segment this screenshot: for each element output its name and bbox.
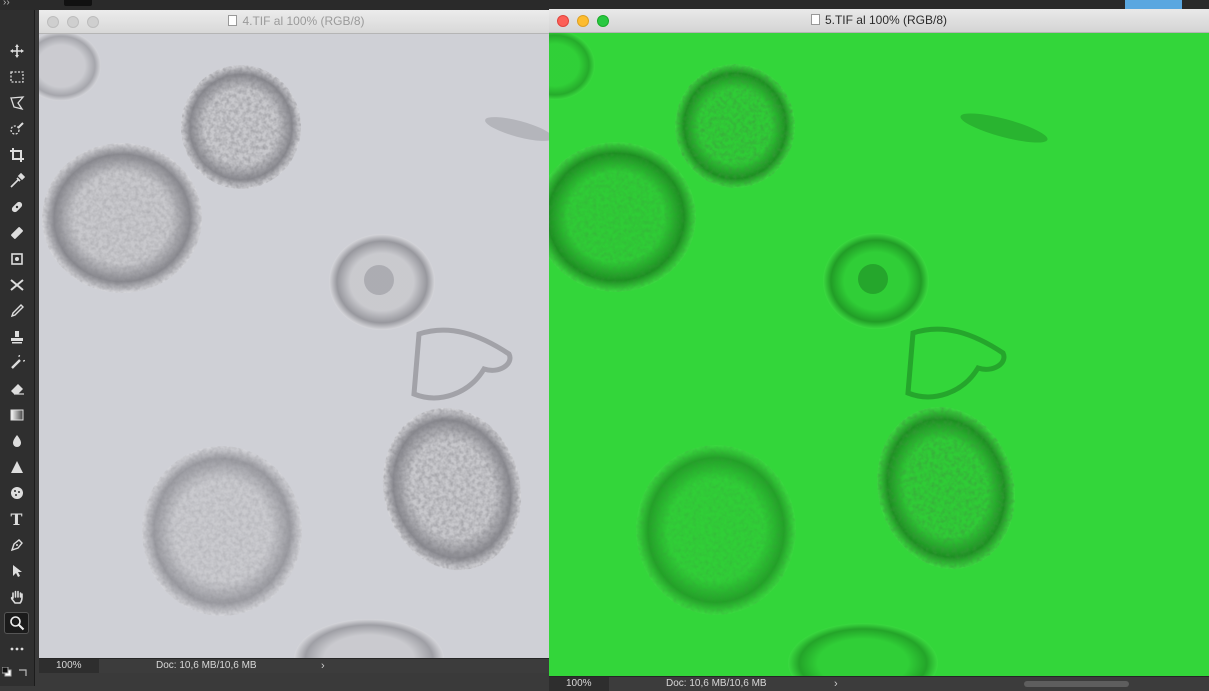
- zoom-level[interactable]: 100%: [39, 659, 99, 673]
- options-bar-button[interactable]: [64, 0, 92, 6]
- more-tools[interactable]: [4, 638, 29, 660]
- gradient-tool[interactable]: [4, 404, 29, 426]
- eraser-tool[interactable]: [4, 378, 29, 400]
- image-canvas[interactable]: [549, 33, 1209, 676]
- content-aware-move-tool[interactable]: [4, 274, 29, 296]
- window-title: 5.TIF al 100% (RGB/8): [824, 13, 948, 27]
- crop-tool[interactable]: [4, 144, 29, 166]
- blur-tool[interactable]: [4, 430, 29, 452]
- window-title: 4.TIF al 100% (RGB/8): [242, 14, 365, 28]
- stamp-icon: [10, 331, 23, 344]
- minimize-button[interactable]: [67, 16, 79, 28]
- move-tool[interactable]: [4, 40, 29, 62]
- type-icon: T: [10, 509, 23, 529]
- sharpen-icon: [10, 461, 23, 473]
- move-icon: [9, 44, 24, 58]
- swap-colors-icon[interactable]: [18, 664, 28, 676]
- path-select-icon: [12, 565, 22, 577]
- path-select-tool[interactable]: [4, 560, 29, 582]
- color-swatches-icon[interactable]: [1, 664, 12, 677]
- history-brush-tool[interactable]: [4, 352, 29, 374]
- brush-icon: [10, 227, 23, 239]
- sponge-tool[interactable]: [4, 482, 29, 504]
- eraser-icon: [10, 384, 24, 395]
- document-icon: [810, 14, 820, 25]
- zoom-button[interactable]: [597, 15, 609, 27]
- sharpen-tool[interactable]: [4, 456, 29, 478]
- horizontal-scrollbar[interactable]: [1024, 681, 1129, 687]
- zoom-icon: [9, 616, 24, 631]
- document-size[interactable]: Doc: 10,6 MB/10,6 MB: [666, 677, 767, 691]
- status-menu-arrow-icon[interactable]: ›: [321, 659, 325, 673]
- zoom-level[interactable]: 100%: [549, 677, 609, 691]
- document-icon: [228, 15, 238, 26]
- pencil-tool[interactable]: [4, 300, 29, 322]
- patch-tool[interactable]: [4, 248, 29, 270]
- marquee-icon: [9, 71, 24, 83]
- close-button[interactable]: [557, 15, 569, 27]
- document-window-4tif[interactable]: 4.TIF al 100% (RGB/8) 100% Doc: 10,6 MB/…: [39, 10, 554, 673]
- zoom-button[interactable]: [87, 16, 99, 28]
- status-bar: 100% Doc: 10,6 MB/10,6 MB ›: [39, 658, 554, 673]
- document-window-5tif[interactable]: 5.TIF al 100% (RGB/8) 100% Doc: 10,6 MB/…: [549, 9, 1209, 691]
- status-menu-arrow-icon[interactable]: ›: [834, 677, 838, 691]
- lasso-icon: [9, 96, 24, 111]
- window-titlebar[interactable]: 5.TIF al 100% (RGB/8): [549, 9, 1209, 33]
- crop-icon: [9, 148, 24, 162]
- eyedropper-icon: [9, 173, 25, 188]
- blur-icon: [12, 435, 21, 447]
- brush-tool[interactable]: [4, 222, 29, 244]
- history-brush-icon: [10, 355, 25, 369]
- minimize-button[interactable]: [577, 15, 589, 27]
- document-size[interactable]: Doc: 10,6 MB/10,6 MB: [156, 659, 257, 673]
- pen-icon: [10, 539, 23, 552]
- lasso-tool[interactable]: [4, 92, 29, 114]
- zoom-tool[interactable]: [4, 612, 29, 634]
- marquee-tool[interactable]: [4, 66, 29, 88]
- hand-icon: [10, 590, 23, 604]
- image-canvas[interactable]: [39, 34, 554, 659]
- microscopy-image-green: [549, 33, 1209, 676]
- quick-select-tool[interactable]: [4, 118, 29, 140]
- expand-panel-icon[interactable]: ››: [3, 0, 10, 8]
- pen-tool[interactable]: [4, 534, 29, 556]
- sponge-icon: [10, 487, 23, 499]
- eyedropper-tool[interactable]: [4, 170, 29, 192]
- status-bar: 100% Doc: 10,6 MB/10,6 MB ›: [549, 676, 1209, 691]
- hand-tool[interactable]: [4, 586, 29, 608]
- content-aware-move-icon: [9, 279, 24, 291]
- gradient-icon: [10, 409, 23, 421]
- healing-icon: [11, 201, 22, 213]
- type-tool[interactable]: T: [4, 508, 29, 530]
- window-titlebar[interactable]: 4.TIF al 100% (RGB/8): [39, 10, 554, 34]
- quick-select-icon: [9, 122, 24, 135]
- stamp-tool[interactable]: [4, 326, 29, 348]
- patch-icon: [10, 253, 23, 265]
- pencil-icon: [10, 304, 24, 318]
- more-icon: [10, 647, 23, 651]
- tools-panel: T: [0, 10, 35, 686]
- healing-tool[interactable]: [4, 196, 29, 218]
- microscopy-image: [39, 34, 554, 659]
- close-button[interactable]: [47, 16, 59, 28]
